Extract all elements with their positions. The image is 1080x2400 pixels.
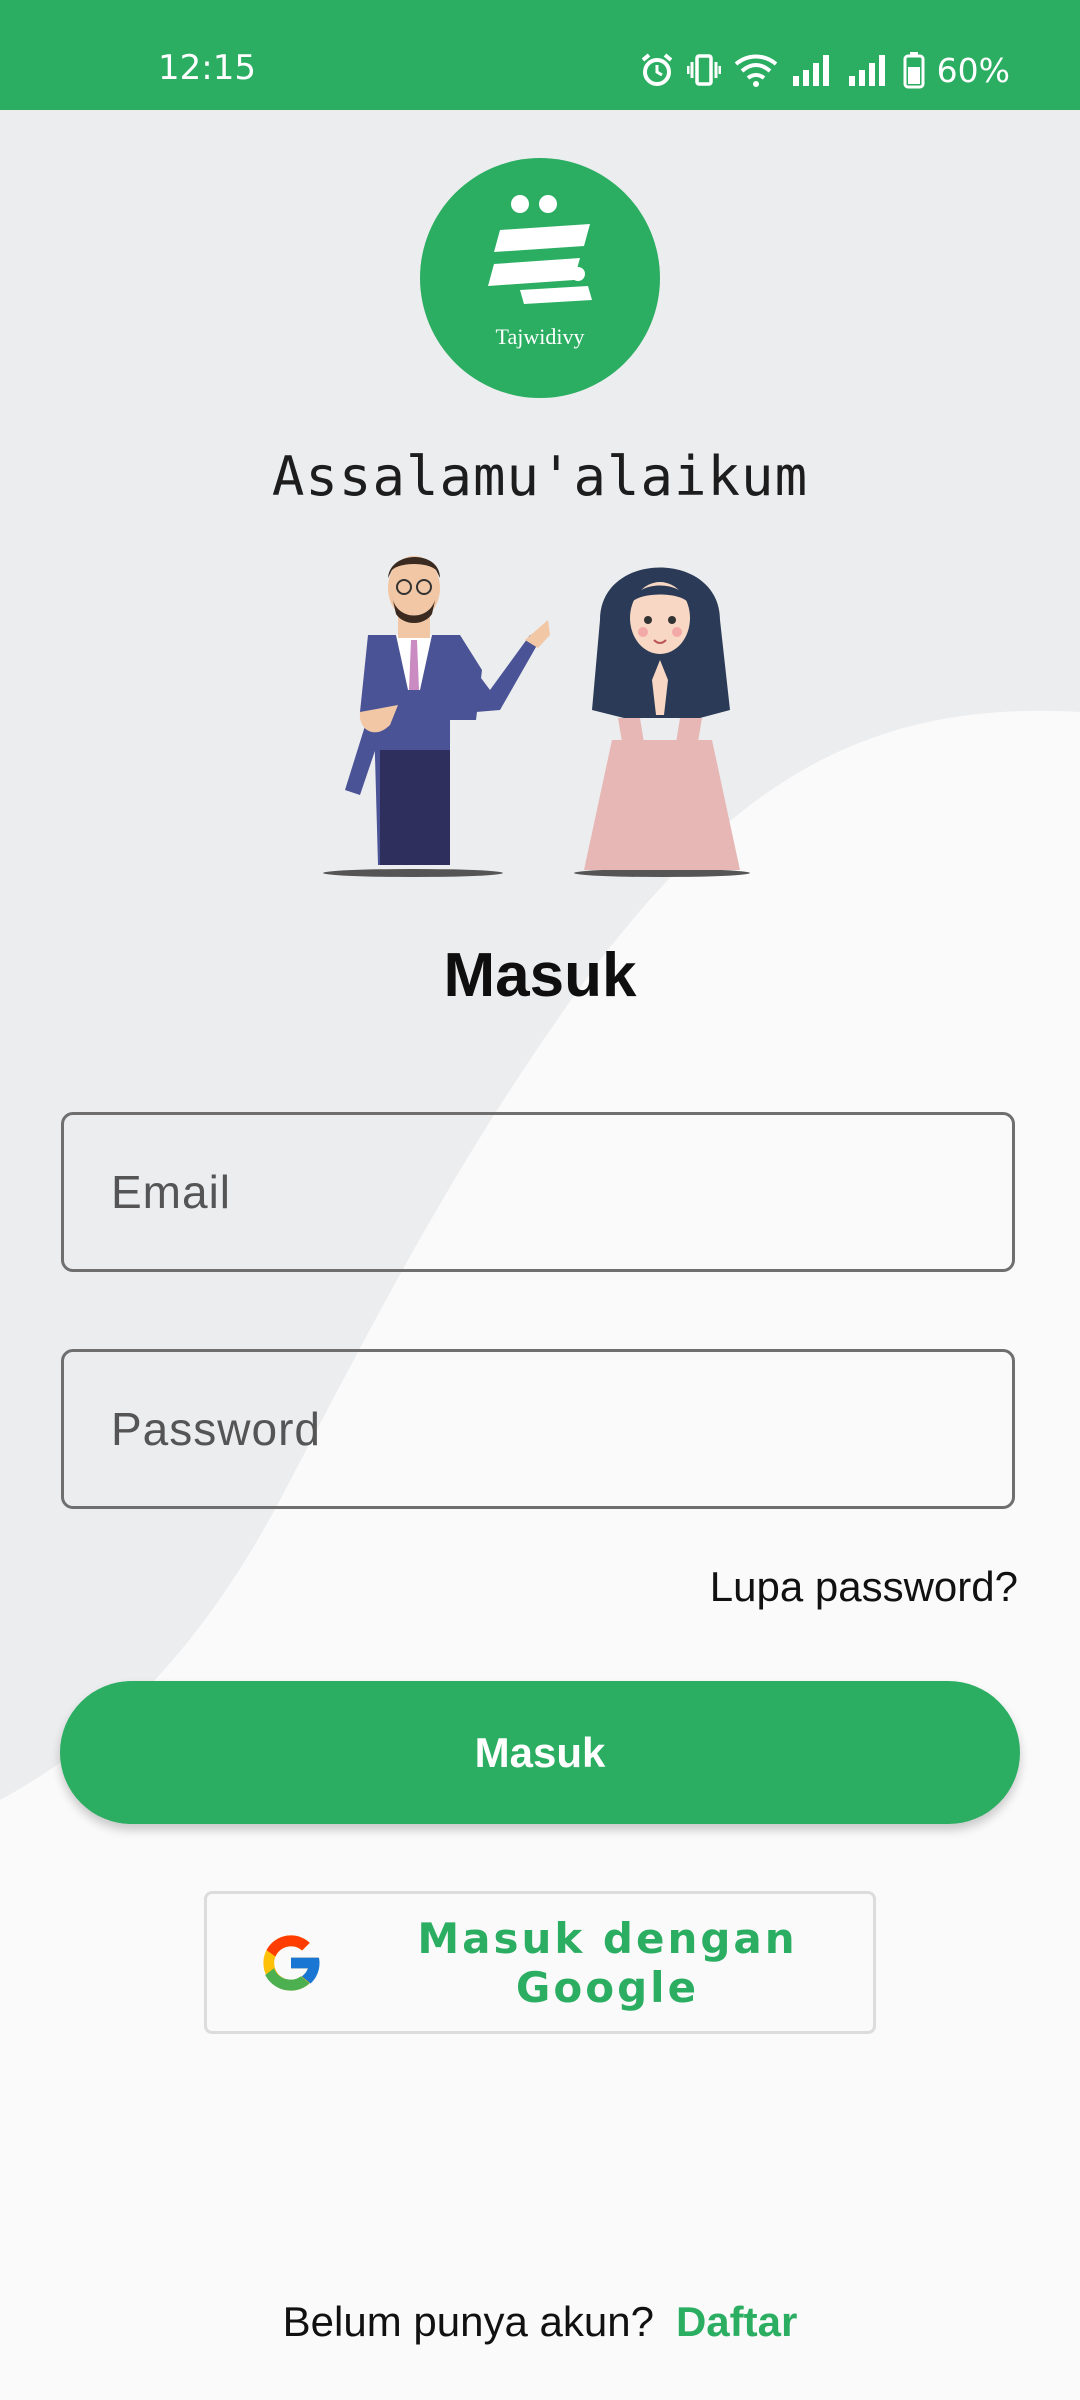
status-time: 12:15 (158, 48, 256, 88)
greeting-illustration (323, 556, 750, 877)
google-icon (263, 1934, 321, 1991)
login-screen: Tajwidivy Assalamu'alaikum Masuk Email L… (0, 0, 1080, 2400)
logo-mark-icon (488, 195, 592, 304)
login-button[interactable]: Masuk (60, 1681, 1020, 1824)
google-login-button[interactable]: Masuk dengan Google (204, 1891, 876, 2034)
battery-icon (903, 52, 925, 89)
google-login-label: Masuk dengan Google (417, 1913, 798, 2012)
signal-icon (792, 55, 829, 86)
signup-link[interactable]: Daftar (676, 2298, 797, 2345)
app-logo: Tajwidivy (420, 158, 660, 398)
alarm-icon (641, 53, 672, 86)
password-field[interactable] (61, 1349, 1015, 1509)
signup-row: Belum punya akun? Daftar (0, 2298, 1080, 2346)
email-field[interactable] (61, 1112, 1015, 1272)
login-title: Masuk (443, 941, 637, 1010)
status-icons: 60% (639, 50, 1010, 90)
forgot-password-link[interactable]: Lupa password? (710, 1563, 1018, 1611)
status-bar: 12:15 60% (0, 0, 1080, 110)
wifi-icon (734, 54, 777, 87)
logo-name: Tajwidivy (495, 324, 585, 349)
greeting-text: Assalamu'alaikum (271, 445, 809, 508)
vibrate-icon (686, 54, 721, 86)
signal-icon (848, 55, 885, 86)
signup-prompt: Belum punya akun? (282, 2298, 654, 2345)
battery-percent: 60% (936, 50, 1010, 90)
